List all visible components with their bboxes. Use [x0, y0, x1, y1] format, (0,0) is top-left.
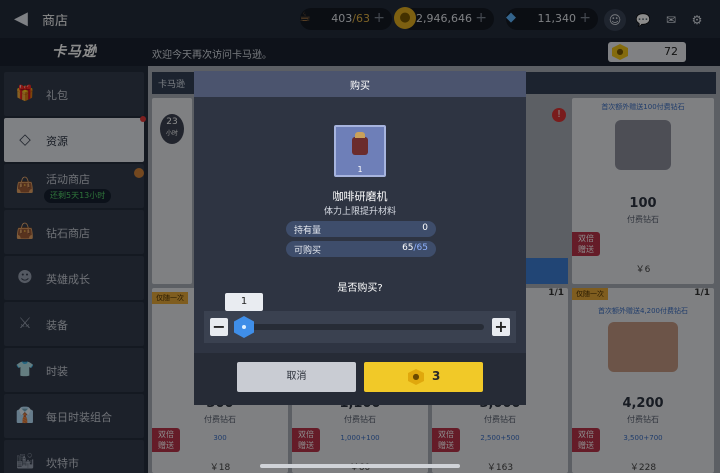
dialog-footer: 取消 ● 3	[194, 353, 526, 405]
coffee-grinder-icon	[352, 132, 368, 155]
item-name: 咖啡研磨机	[332, 190, 388, 203]
cancel-button[interactable]: 取消	[237, 362, 356, 392]
dialog-header: 购买	[194, 71, 526, 97]
quantity-slider: − +	[204, 311, 516, 343]
buyable-row: 可购买 65/65	[286, 241, 436, 257]
buy-price: 3	[432, 369, 441, 383]
owned-value: 0	[422, 223, 428, 233]
slider-thumb[interactable]	[234, 316, 254, 338]
minus-button[interactable]: −	[210, 318, 228, 336]
buyable-max: /65	[413, 243, 428, 253]
dialog-title: 购买	[350, 81, 370, 92]
slider-track[interactable]	[236, 324, 484, 330]
quantity-bubble: 1	[225, 293, 263, 311]
buyable-value: 65	[402, 243, 414, 253]
purchase-dialog: 购买 1 咖啡研磨机 体力上限提升材料 持有量 0 可购买 65/65 是否购买…	[194, 71, 526, 405]
gem-coin-icon: ●	[408, 369, 424, 385]
home-indicator	[260, 464, 460, 468]
item-quantity: 1	[357, 165, 363, 174]
item-description: 体力上限提升材料	[323, 207, 396, 217]
plus-button[interactable]: +	[492, 318, 510, 336]
buy-button[interactable]: ● 3	[364, 362, 483, 392]
confirm-question: 是否购买?	[337, 283, 383, 294]
buyable-label: 可购买	[294, 246, 322, 256]
owned-label: 持有量	[294, 226, 322, 236]
item-icon: 1	[334, 125, 386, 177]
owned-row: 持有量 0	[286, 221, 436, 237]
